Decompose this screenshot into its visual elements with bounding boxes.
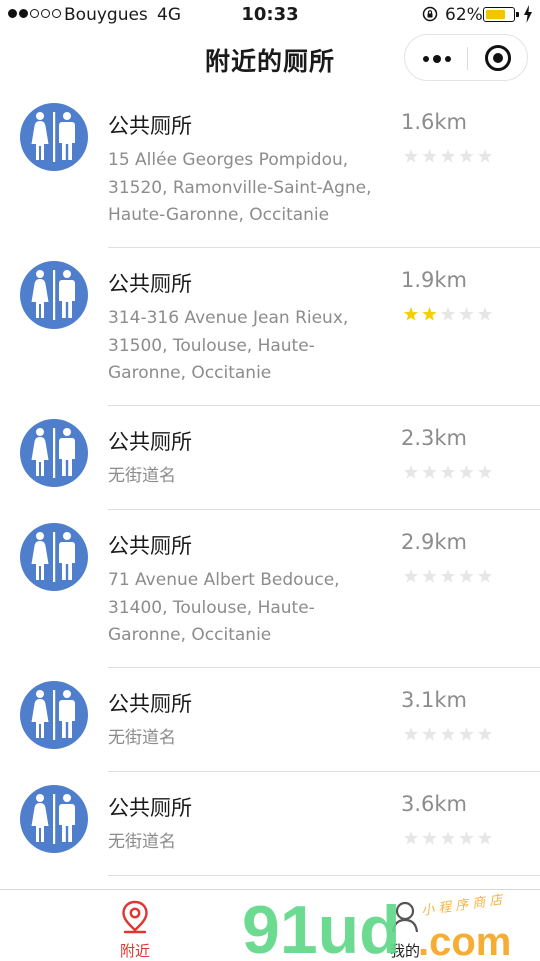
- svg-text:小 程 序 商 店: 小 程 序 商 店: [420, 893, 505, 919]
- star-icon: [422, 307, 437, 321]
- star-icon: [422, 465, 437, 479]
- list-item[interactable]: 公共厕所无街道名 3.6km: [0, 772, 540, 876]
- star-icon: [440, 465, 456, 479]
- list-item[interactable]: 公共厕所 71 Avenue Albert Bedouce, 31400, Tou…: [0, 510, 540, 668]
- star-icon: [477, 569, 493, 583]
- rating-stars: [403, 307, 493, 321]
- star-icon: [422, 831, 437, 845]
- star-icon: [477, 465, 493, 479]
- star-icon: [477, 149, 493, 163]
- battery-icon: [483, 7, 519, 22]
- list-item[interactable]: 公共厕所无街道名 3.1km: [0, 668, 540, 772]
- toilet-icon: [20, 103, 88, 171]
- toilet-address: 71 Avenue Albert Bedouce, 31400, Toulous…: [108, 570, 340, 645]
- rating-stars: [403, 149, 493, 163]
- toilet-icon: [20, 785, 88, 853]
- toilet-distance: 1.6km: [401, 110, 468, 134]
- toilet-name: 公共厕所: [108, 692, 192, 716]
- svg-text:91ud: 91ud: [242, 893, 401, 960]
- rating-stars: [403, 569, 493, 583]
- star-icon: [403, 149, 419, 163]
- star-icon: [403, 307, 419, 321]
- toilet-address: 无街道名: [108, 832, 176, 852]
- toilet-address: 314-316 Avenue Jean Rieux, 31500, Toulou…: [108, 308, 349, 383]
- list-item[interactable]: 公共厕所 15 Allée Georges Pompidou, 31520, Ra…: [0, 90, 540, 248]
- toilet-distance: 2.3km: [401, 426, 468, 450]
- toilet-distance: 3.1km: [401, 688, 468, 712]
- toilet-distance: 1.9km: [401, 268, 468, 292]
- star-icon: [459, 569, 474, 583]
- star-icon: [403, 727, 419, 741]
- tab-nearby-label: 附近: [119, 942, 150, 960]
- svg-text:.com: .com: [418, 920, 511, 960]
- star-icon: [477, 307, 493, 321]
- star-icon: [459, 149, 474, 163]
- rating-stars: [403, 831, 493, 845]
- target-icon[interactable]: [485, 45, 511, 71]
- battery-percent: 62%: [445, 5, 483, 25]
- star-icon: [459, 307, 474, 321]
- rating-stars: [403, 727, 493, 741]
- navigation-bar: 附近的厕所: [0, 30, 540, 90]
- charging-bolt-icon: [524, 5, 532, 23]
- capsule-divider: [467, 47, 468, 70]
- star-icon: [440, 831, 456, 845]
- star-icon: [403, 831, 419, 845]
- star-icon: [403, 569, 419, 583]
- toilet-name: 公共厕所: [108, 796, 192, 820]
- status-bar: Bouygues 4G 10:33 62%: [0, 0, 540, 30]
- star-icon: [459, 465, 474, 479]
- star-icon: [422, 727, 437, 741]
- toilet-icon: [20, 523, 88, 591]
- toilet-icon: [20, 681, 88, 749]
- star-icon: [477, 831, 493, 845]
- star-icon: [422, 569, 437, 583]
- star-icon: [477, 727, 493, 741]
- star-icon: [440, 307, 456, 321]
- star-icon: [403, 465, 419, 479]
- list-item[interactable]: 公共厕所无街道名 2.3km: [0, 406, 540, 510]
- toilet-name: 公共厕所: [108, 114, 192, 138]
- toilet-address: 无街道名: [108, 728, 176, 748]
- rotation-lock-icon: [422, 6, 438, 22]
- star-icon: [440, 569, 456, 583]
- watermark-logo: 91ud .com 小 程 序 商 店: [242, 893, 511, 960]
- rating-stars: [403, 465, 493, 479]
- toilet-distance: 3.6km: [401, 792, 468, 816]
- toilet-icon: [20, 261, 88, 329]
- toilet-name: 公共厕所: [108, 430, 192, 454]
- location-pin-icon: [122, 900, 148, 934]
- more-dots-icon[interactable]: [423, 55, 451, 63]
- toilet-icon: [20, 419, 88, 487]
- toilet-name: 公共厕所: [108, 534, 192, 558]
- toilet-name: 公共厕所: [108, 272, 192, 296]
- star-icon: [459, 727, 474, 741]
- toilet-address: 无街道名: [108, 466, 176, 486]
- toilet-distance: 2.9km: [401, 530, 468, 554]
- miniprogram-capsule: [404, 34, 528, 81]
- tab-nearby[interactable]: 附近: [85, 890, 185, 960]
- star-icon: [422, 149, 437, 163]
- star-icon: [440, 727, 456, 741]
- list-item[interactable]: 公共厕所 314-316 Avenue Jean Rieux, 31500, To…: [0, 248, 540, 406]
- toilet-list: 公共厕所 15 Allée Georges Pompidou, 31520, Ra…: [0, 90, 540, 957]
- star-icon: [440, 149, 456, 163]
- star-icon: [459, 831, 474, 845]
- toilet-address: 15 Allée Georges Pompidou, 31520, Ramonv…: [108, 150, 372, 225]
